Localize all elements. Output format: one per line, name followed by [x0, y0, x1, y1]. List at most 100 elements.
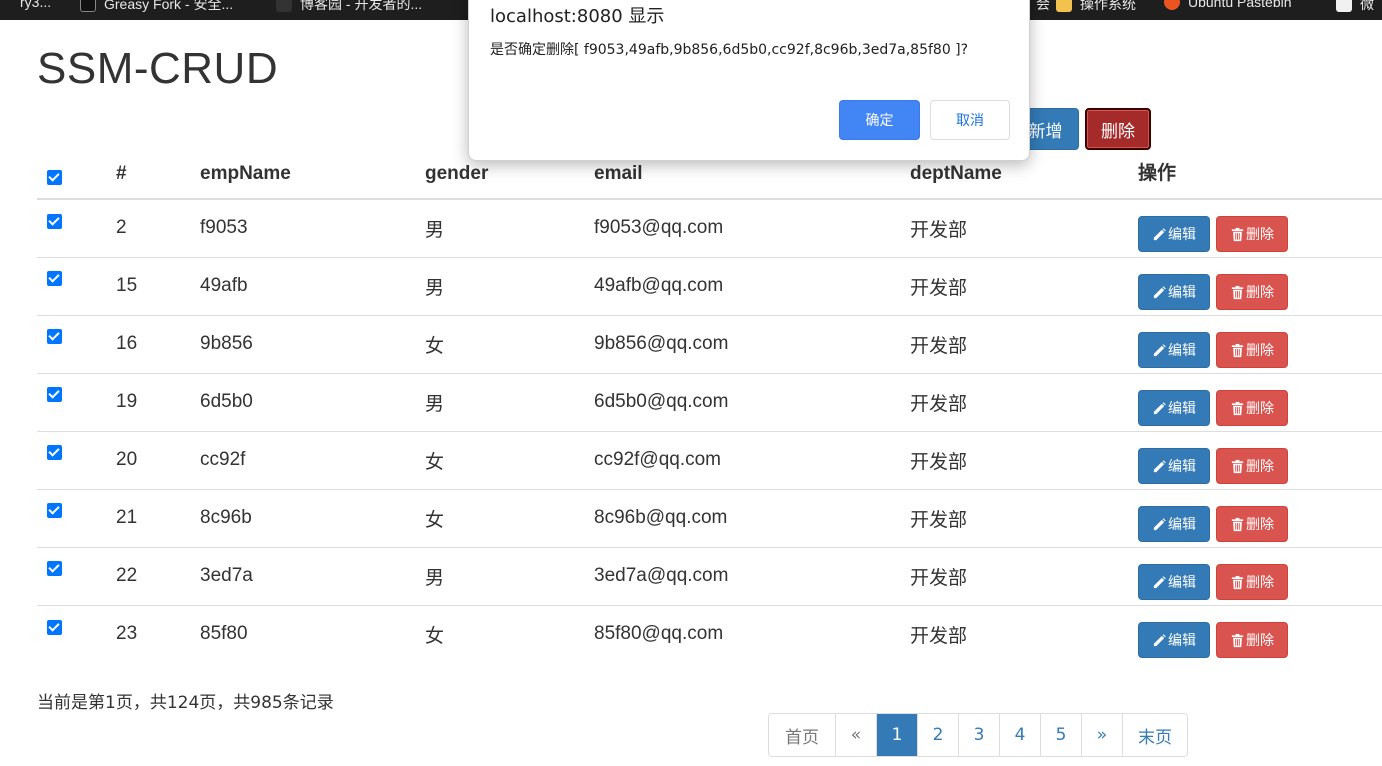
edit-button[interactable]: 编辑 [1138, 216, 1210, 253]
bookmark-item[interactable]: Ubuntu Pastebin [1164, 0, 1292, 10]
cell-emp-name: 3ed7a [200, 565, 253, 586]
pagination-first[interactable]: 首页 [769, 714, 835, 756]
cell-email: 9b856@qq.com [594, 333, 729, 354]
row-checkbox[interactable] [47, 213, 62, 229]
trash-icon [1230, 633, 1246, 648]
dialog-title: localhost:8080 显示 [490, 6, 665, 27]
pencil-icon [1152, 517, 1168, 532]
edit-button[interactable]: 编辑 [1138, 274, 1210, 310]
row-checkbox[interactable] [47, 619, 62, 635]
delete-button[interactable]: 删除 [1216, 622, 1288, 659]
cell-actions: 编辑 删除 [1138, 431, 1382, 489]
dialog-message: 是否确定删除[ f9053,49afb,9b856,6d5b0,cc92f,8c… [490, 42, 969, 58]
delete-button[interactable]: 删除 [1216, 216, 1288, 253]
pagination-page-3[interactable]: 3 [958, 714, 999, 756]
delete-label: 删除 [1246, 459, 1274, 475]
delete-label: 删除 [1246, 227, 1274, 244]
cell-dept-name: 开发部 [910, 509, 968, 531]
dialog-cancel-button[interactable]: 取消 [930, 100, 1010, 140]
pagination-prev[interactable]: « [835, 714, 876, 756]
edit-button[interactable]: 编辑 [1138, 506, 1210, 542]
edit-label: 编辑 [1168, 343, 1196, 359]
row-checkbox-cell [37, 547, 116, 605]
pagination-page-4[interactable]: 4 [999, 714, 1040, 756]
row-checkbox[interactable] [47, 445, 62, 461]
trash-icon [1230, 401, 1246, 416]
table-row: 15 49afb 男 49afb@qq.com 开发部 编辑 删除 [37, 257, 1382, 315]
cell-emp-name: 85f80 [200, 623, 248, 645]
greasyfork-icon [80, 0, 96, 12]
bookmark-icon [1336, 0, 1352, 12]
edit-button[interactable]: 编辑 [1138, 390, 1210, 426]
cell-gender: 男 [425, 567, 445, 589]
row-checkbox[interactable] [47, 503, 62, 519]
row-checkbox-cell [37, 199, 116, 257]
edit-button[interactable]: 编辑 [1138, 332, 1210, 368]
row-checkbox-cell [37, 431, 116, 489]
bookmark-item[interactable]: 会 [1036, 0, 1050, 14]
pagination-page-1[interactable]: 1 [876, 714, 917, 756]
cell-email: cc92f@qq.com [594, 449, 722, 470]
edit-label: 编辑 [1168, 285, 1196, 301]
cell-gender: 女 [425, 509, 445, 531]
pencil-icon [1152, 575, 1168, 590]
delete-label: 删除 [1246, 575, 1274, 591]
cell-actions: 编辑 删除 [1138, 257, 1382, 315]
cell-gender: 男 [425, 219, 445, 241]
delete-button[interactable]: 删除 [1216, 332, 1288, 368]
cell-actions: 编辑 删除 [1138, 547, 1382, 605]
table-row: 19 6d5b0 男 6d5b0@qq.com 开发部 编辑 删除 [37, 373, 1382, 431]
pencil-icon [1152, 401, 1168, 416]
cell-email: 8c96b@qq.com [594, 507, 728, 528]
delete-button[interactable]: 删除 [1216, 448, 1288, 484]
edit-label: 编辑 [1168, 227, 1196, 244]
row-checkbox[interactable] [47, 329, 62, 345]
cell-id: 23 [116, 623, 138, 645]
table-row: 23 85f80 女 85f80@qq.com 开发部 编辑 删除 [37, 605, 1382, 663]
bookmark-item[interactable]: 博客园 - 开发者的... [276, 0, 422, 14]
cell-emp-name: 9b856 [200, 333, 253, 354]
cell-dept-name: 开发部 [910, 451, 968, 473]
header-id: # [116, 163, 127, 184]
row-checkbox-cell [37, 489, 116, 547]
bookmark-item[interactable]: 操作系统 [1056, 0, 1136, 14]
row-checkbox-cell [37, 373, 116, 431]
bookmark-label: Greasy Fork - 安全... [104, 0, 234, 12]
bookmark-item[interactable]: 微 [1336, 0, 1374, 14]
delete-label: 删除 [1246, 517, 1274, 533]
page-title: SSM-CRUD [37, 44, 279, 93]
cell-dept-name: 开发部 [910, 567, 968, 589]
pagination-page-5[interactable]: 5 [1040, 714, 1081, 756]
pagination-next[interactable]: » [1081, 714, 1122, 756]
row-checkbox[interactable] [47, 387, 62, 403]
bookmark-item[interactable]: Greasy Fork - 安全... [80, 0, 233, 14]
delete-button[interactable]: 删除 [1216, 564, 1288, 600]
batch-delete-button[interactable]: 删除 [1085, 108, 1151, 150]
edit-label: 编辑 [1168, 633, 1196, 650]
header-emp-name: empName [200, 163, 291, 184]
row-checkbox[interactable] [47, 271, 62, 287]
employee-table: # empName gender email deptName 操作 2 f905… [37, 152, 1382, 663]
delete-button[interactable]: 删除 [1216, 390, 1288, 426]
dialog-ok-button[interactable]: 确定 [839, 100, 920, 140]
row-checkbox[interactable] [47, 561, 62, 577]
select-all-checkbox[interactable] [47, 170, 62, 185]
pagination-last[interactable]: 末页 [1122, 714, 1187, 756]
header-actions: 操作 [1138, 163, 1177, 184]
bookmark-item[interactable]: ry3... [20, 0, 51, 10]
edit-label: 编辑 [1168, 401, 1196, 417]
delete-button[interactable]: 删除 [1216, 506, 1288, 542]
table-row: 21 8c96b 女 8c96b@qq.com 开发部 编辑 删除 [37, 489, 1382, 547]
folder-icon [1056, 0, 1072, 12]
edit-button[interactable]: 编辑 [1138, 448, 1210, 484]
table-row: 20 cc92f 女 cc92f@qq.com 开发部 编辑 删除 [37, 431, 1382, 489]
cell-id: 19 [116, 391, 138, 412]
edit-button[interactable]: 编辑 [1138, 622, 1210, 659]
cell-id: 15 [116, 275, 138, 296]
cell-actions: 编辑 删除 [1138, 489, 1382, 547]
delete-button[interactable]: 删除 [1216, 274, 1288, 310]
pagination-page-2[interactable]: 2 [917, 714, 958, 756]
header-checkbox-cell [37, 152, 116, 199]
cnblogs-icon [276, 0, 292, 12]
edit-button[interactable]: 编辑 [1138, 564, 1210, 600]
